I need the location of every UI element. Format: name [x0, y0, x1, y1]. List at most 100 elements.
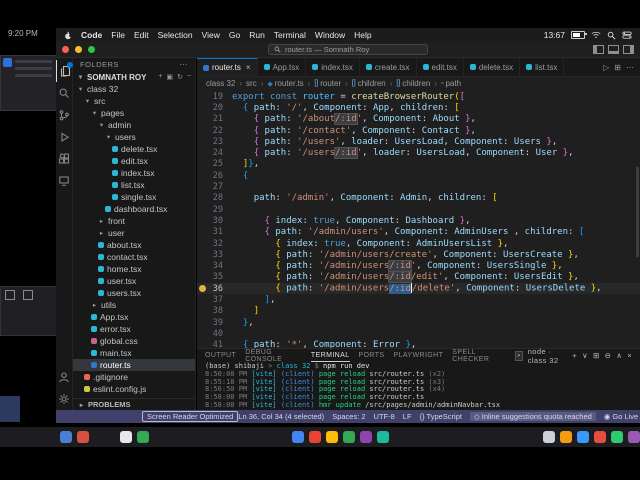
toggle-sidebar-icon[interactable] — [593, 45, 604, 54]
code-line[interactable]: 19 export const router = createBrowserRou… — [197, 91, 640, 102]
run-and-debug-icon[interactable] — [56, 126, 72, 148]
minimize-window-button[interactable] — [75, 46, 82, 53]
maximize-panel-icon[interactable]: ∧ — [616, 351, 622, 360]
tree-item-main-tsx[interactable]: main.tsx — [73, 347, 195, 359]
code-line[interactable]: 32 { index: true, Component: AdminUsersL… — [197, 238, 640, 249]
breadcrumb-item-class-32[interactable]: class 32 — [206, 79, 235, 88]
tree-item-error-tsx[interactable]: error.tsx — [73, 323, 195, 335]
search-icon[interactable] — [56, 82, 72, 104]
code-line[interactable]: 31 { path: '/admin/users', Component: Ad… — [197, 227, 640, 238]
tree-item-single-tsx[interactable]: single.tsx — [73, 191, 195, 203]
menubar-item-run[interactable]: Run — [249, 30, 265, 40]
panel-tab-debug-console[interactable]: DEBUG CONSOLE — [245, 349, 302, 363]
battery-icon[interactable] — [571, 31, 587, 39]
code-line[interactable]: 29 — [197, 204, 640, 215]
menubar-item-view[interactable]: View — [202, 30, 220, 40]
screen-reader-mode-badge[interactable]: Screen Reader Optimized — [142, 411, 239, 422]
more-actions-icon[interactable]: ⋯ — [180, 60, 189, 69]
lightbulb-icon[interactable] — [199, 285, 206, 293]
status-cursor-position[interactable]: Ln 36, Col 34 (4 selected) — [238, 412, 324, 421]
code-line[interactable]: 40 — [197, 328, 640, 339]
tree-item-front[interactable]: ▸ front — [73, 215, 195, 227]
tree-item-pages[interactable]: ▾ pages — [73, 107, 195, 119]
settings-icon[interactable] — [56, 388, 72, 410]
menubar-item-window[interactable]: Window — [315, 30, 345, 40]
code-line[interactable]: 38 ] — [197, 306, 640, 317]
tree-item-contact-tsx[interactable]: contact.tsx — [73, 251, 195, 263]
code-line[interactable]: 25 ]}, — [197, 159, 640, 170]
kill-terminal-icon[interactable]: ⊖ — [605, 351, 612, 360]
tree-item-global-css[interactable]: global.css — [73, 335, 195, 347]
run-icon[interactable]: ▷ — [603, 63, 609, 72]
tree-item-eslint-config-js[interactable]: eslint.config.js — [73, 383, 195, 395]
breadcrumb-item-children[interactable]: [] children — [352, 79, 386, 88]
apple-menu-icon[interactable] — [64, 31, 72, 40]
panel-tab-output[interactable]: OUTPUT — [205, 349, 236, 362]
dock-icon[interactable] — [628, 431, 640, 443]
terminal-output[interactable]: (base) shibaji > class 32 $ npm run dev 8… — [197, 362, 640, 411]
code-line[interactable]: 35 { path: '/admin/users/:id/edit', Comp… — [197, 272, 640, 283]
breadcrumb-item-router[interactable]: [] router — [314, 79, 341, 88]
code-line[interactable]: 28 path: '/admin', Component: Admin, chi… — [197, 193, 640, 204]
dock-icon[interactable] — [137, 431, 149, 443]
menubar-item-edit[interactable]: Edit — [134, 30, 149, 40]
breadcrumb-item-children[interactable]: [] children — [396, 79, 430, 88]
code-line[interactable]: 39 }, — [197, 317, 640, 328]
tree-item-edit-tsx[interactable]: edit.tsx — [73, 155, 195, 167]
tree-item-admin[interactable]: ▾ admin — [73, 119, 195, 131]
dock-icon[interactable] — [77, 431, 89, 443]
wifi-icon[interactable] — [591, 31, 601, 39]
tree-item-class-32[interactable]: ▾ class 32 — [73, 83, 195, 95]
dock-icon[interactable] — [292, 431, 304, 443]
tree-item-home-tsx[interactable]: home.tsx — [73, 263, 195, 275]
code-line[interactable]: 36 { path: '/admin/users/:id/delete', Co… — [197, 283, 640, 295]
code-line[interactable]: 27 — [197, 181, 640, 192]
tree-item-user[interactable]: ▸ user — [73, 227, 195, 239]
dock-icon[interactable] — [543, 431, 555, 443]
tab-edit-tsx[interactable]: edit.tsx — [417, 58, 464, 76]
dock-icon[interactable] — [309, 431, 321, 443]
tab-delete-tsx[interactable]: delete.tsx — [464, 58, 521, 76]
status-indentation[interactable]: Spaces: 2 — [332, 412, 365, 421]
menubar-item-file[interactable]: File — [111, 30, 125, 40]
refresh-icon[interactable]: ↻ — [177, 73, 183, 81]
split-editor-icon[interactable]: ⊞ — [614, 63, 621, 72]
breadcrumb-item-src[interactable]: src — [246, 79, 257, 88]
code-line[interactable]: 26 { — [197, 170, 640, 181]
status-language-mode[interactable]: {} TypeScript — [420, 412, 462, 421]
code-line[interactable]: 37 ], — [197, 294, 640, 305]
code-line[interactable]: 21 { path: '/about/:id', Component: Abou… — [197, 114, 640, 125]
tree-item-users-tsx[interactable]: users.tsx — [73, 287, 195, 299]
menubar-item-help[interactable]: Help — [354, 30, 371, 40]
tree-item-index-tsx[interactable]: index.tsx — [73, 167, 195, 179]
remote-explorer-icon[interactable] — [56, 170, 72, 192]
tree-item-about-tsx[interactable]: about.tsx — [73, 239, 195, 251]
code-line[interactable]: 20 { path: '/', Component: App, children… — [197, 102, 640, 113]
extensions-icon[interactable] — [56, 148, 72, 170]
tree-item-app-tsx[interactable]: App.tsx — [73, 311, 195, 323]
tree-item-list-tsx[interactable]: list.tsx — [73, 179, 195, 191]
dock-icon[interactable] — [594, 431, 606, 443]
status-go-live[interactable]: ◉ Go Live — [604, 412, 638, 421]
tree-item-delete-tsx[interactable]: delete.tsx — [73, 143, 195, 155]
close-panel-icon[interactable]: × — [627, 351, 632, 360]
dock-icon[interactable] — [326, 431, 338, 443]
clock-text[interactable]: 13:67 — [544, 30, 565, 40]
tab-list-tsx[interactable]: list.tsx — [520, 58, 565, 76]
tree-item--gitignore[interactable]: .gitignore — [73, 371, 195, 383]
collapse-all-icon[interactable]: − — [187, 73, 191, 81]
menubar-item-terminal[interactable]: Terminal — [274, 30, 306, 40]
source-control-icon[interactable] — [56, 104, 72, 126]
dock-icon[interactable] — [377, 431, 389, 443]
menubar-item-go[interactable]: Go — [229, 30, 240, 40]
breadcrumb-item-path[interactable]: ▫ path — [441, 79, 461, 88]
dock-icon[interactable] — [60, 431, 72, 443]
problems-section-header[interactable]: ▸ PROBLEMS — [73, 398, 195, 410]
new-file-icon[interactable]: + — [158, 73, 162, 81]
close-window-button[interactable] — [62, 46, 69, 53]
zoom-window-button[interactable] — [88, 46, 95, 53]
dock-icon[interactable] — [611, 431, 623, 443]
control-center-icon[interactable] — [622, 31, 632, 39]
panel-tab-spell-checker[interactable]: SPELL CHECKER — [452, 349, 506, 363]
search-icon[interactable] — [607, 31, 616, 40]
